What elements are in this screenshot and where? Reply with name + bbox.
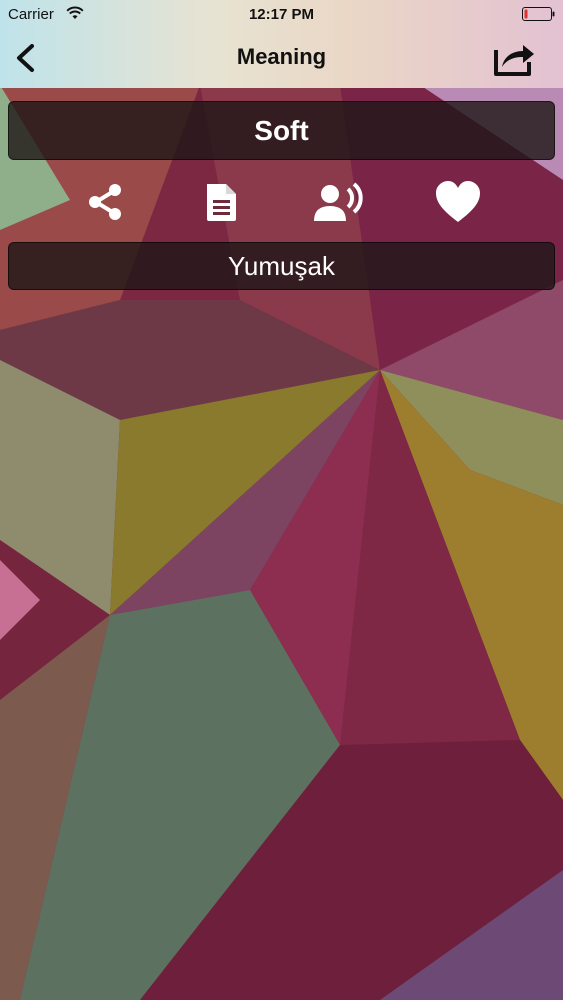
share-out-icon[interactable] bbox=[491, 36, 537, 78]
share-nodes-icon bbox=[89, 184, 121, 220]
document-icon bbox=[207, 184, 236, 221]
battery-icon bbox=[522, 7, 555, 21]
status-bar: Carrier 12:17 PM bbox=[0, 0, 563, 30]
clock-time: 12:17 PM bbox=[248, 6, 315, 23]
heart-icon bbox=[436, 181, 480, 222]
word-term: Soft bbox=[8, 101, 555, 160]
favorite-action-button[interactable] bbox=[430, 176, 486, 228]
speak-action-button[interactable] bbox=[310, 176, 366, 228]
navigation-bar: Meaning bbox=[0, 30, 563, 88]
word-meaning: Yumuşak bbox=[8, 242, 555, 290]
share-action-button[interactable] bbox=[77, 176, 133, 228]
speaker-person-icon bbox=[314, 182, 363, 221]
meaning-screen: Carrier 12:17 PM Meaning Soft Yumuşak bbox=[0, 0, 563, 1000]
copy-action-button[interactable] bbox=[193, 176, 249, 228]
top-bar: Carrier 12:17 PM Meaning bbox=[0, 0, 563, 88]
page-title: Meaning bbox=[236, 44, 327, 69]
